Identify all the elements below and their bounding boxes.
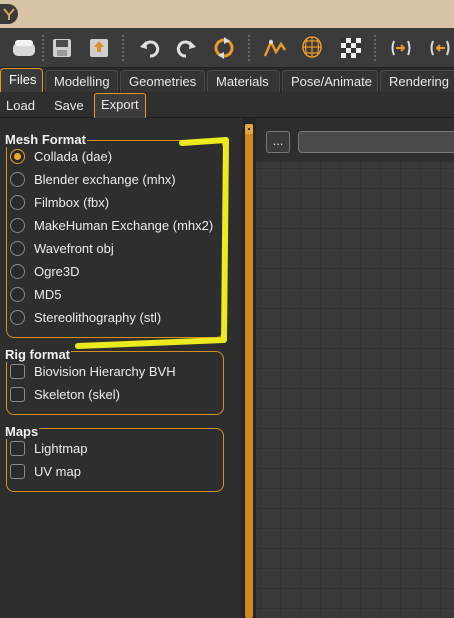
- new-file-icon[interactable]: [8, 32, 40, 64]
- mesh-format-option[interactable]: MakeHuman Exchange (mhx2): [10, 215, 213, 235]
- option-label: Stereolithography (stl): [34, 309, 162, 325]
- radio-button[interactable]: [10, 171, 25, 187]
- option-label: Filmbox (fbx): [34, 194, 110, 210]
- toolbar-separator: [247, 34, 251, 62]
- toolbar-separator: [41, 34, 45, 62]
- rig-format-title: Rig format: [4, 347, 71, 362]
- option-label: UV map: [34, 463, 81, 479]
- save-icon[interactable]: [46, 32, 78, 64]
- radio-button[interactable]: [10, 286, 25, 302]
- checkbox[interactable]: [10, 463, 25, 479]
- app-logo-icon: [0, 4, 18, 24]
- tab-pose-animate[interactable]: Pose/Animate: [282, 70, 378, 92]
- option-label: Ogre3D: [34, 263, 80, 279]
- option-label: Wavefront obj: [34, 240, 114, 256]
- maps-title: Maps: [4, 424, 40, 439]
- sub-tab-bar: Load Save Export: [0, 92, 454, 118]
- mesh-format-option[interactable]: Ogre3D: [10, 261, 80, 281]
- radio-button[interactable]: [10, 217, 25, 233]
- radio-button-selected[interactable]: [10, 148, 25, 164]
- option-label: MD5: [34, 286, 62, 302]
- subtab-load[interactable]: Load: [0, 95, 41, 117]
- rig-format-option[interactable]: Biovision Hierarchy BVH: [10, 361, 176, 381]
- back-view-icon[interactable]: [424, 32, 454, 64]
- export-icon[interactable]: [83, 32, 115, 64]
- option-label: Blender exchange (mhx): [34, 171, 176, 187]
- tab-rendering[interactable]: Rendering: [380, 70, 454, 92]
- option-label: Skeleton (skel): [34, 386, 120, 402]
- tab-files[interactable]: Files: [0, 68, 43, 92]
- mesh-format-option[interactable]: Collada (dae): [10, 146, 112, 166]
- mesh-format-option[interactable]: Blender exchange (mhx): [10, 169, 176, 189]
- radio-button[interactable]: [10, 194, 25, 210]
- option-label: Collada (dae): [34, 148, 113, 164]
- mesh-format-option[interactable]: Wavefront obj: [10, 238, 114, 258]
- export-options-panel: Mesh Format Collada (dae) Blender exchan…: [0, 118, 242, 618]
- radio-button[interactable]: [10, 309, 25, 325]
- undo-icon[interactable]: [134, 32, 166, 64]
- mesh-format-option[interactable]: MD5: [10, 284, 61, 304]
- option-label: Lightmap: [34, 440, 88, 456]
- checkbox[interactable]: [10, 386, 25, 402]
- rig-format-option[interactable]: Skeleton (skel): [10, 384, 120, 404]
- subtab-export[interactable]: Export: [94, 93, 146, 118]
- main-tab-bar: Files Modelling Geometries Materials Pos…: [0, 68, 454, 92]
- title-bar: [0, 0, 454, 28]
- checkbox[interactable]: [10, 363, 25, 379]
- main-toolbar: [0, 28, 454, 68]
- maps-option[interactable]: Lightmap: [10, 438, 87, 458]
- checkbox[interactable]: [10, 440, 25, 456]
- browse-button[interactable]: ...: [266, 131, 290, 153]
- mesh-format-option[interactable]: Stereolithography (stl): [10, 307, 161, 327]
- panel-scrollbar[interactable]: [245, 124, 253, 618]
- radio-button[interactable]: [10, 263, 25, 279]
- front-view-icon[interactable]: [385, 32, 417, 64]
- 3d-viewport[interactable]: [256, 162, 454, 618]
- subtab-save[interactable]: Save: [48, 95, 90, 117]
- tab-modelling[interactable]: Modelling: [45, 70, 118, 92]
- toolbar-separator: [373, 34, 377, 62]
- reset-icon[interactable]: [208, 32, 240, 64]
- pose-icon[interactable]: [259, 32, 291, 64]
- wireframe-icon[interactable]: [296, 32, 328, 64]
- option-label: MakeHuman Exchange (mhx2): [34, 217, 214, 233]
- tab-materials[interactable]: Materials: [207, 70, 280, 92]
- tab-geometries[interactable]: Geometries: [120, 70, 205, 92]
- scroll-up-icon[interactable]: [245, 124, 253, 134]
- toolbar-separator: [121, 34, 125, 62]
- radio-button[interactable]: [10, 240, 25, 256]
- redo-icon[interactable]: [170, 32, 202, 64]
- mesh-format-title: Mesh Format: [4, 132, 87, 147]
- option-label: Biovision Hierarchy BVH: [34, 363, 176, 379]
- checker-icon[interactable]: [335, 32, 367, 64]
- export-path-field[interactable]: [298, 131, 454, 153]
- mesh-format-option[interactable]: Filmbox (fbx): [10, 192, 109, 212]
- maps-option[interactable]: UV map: [10, 461, 81, 481]
